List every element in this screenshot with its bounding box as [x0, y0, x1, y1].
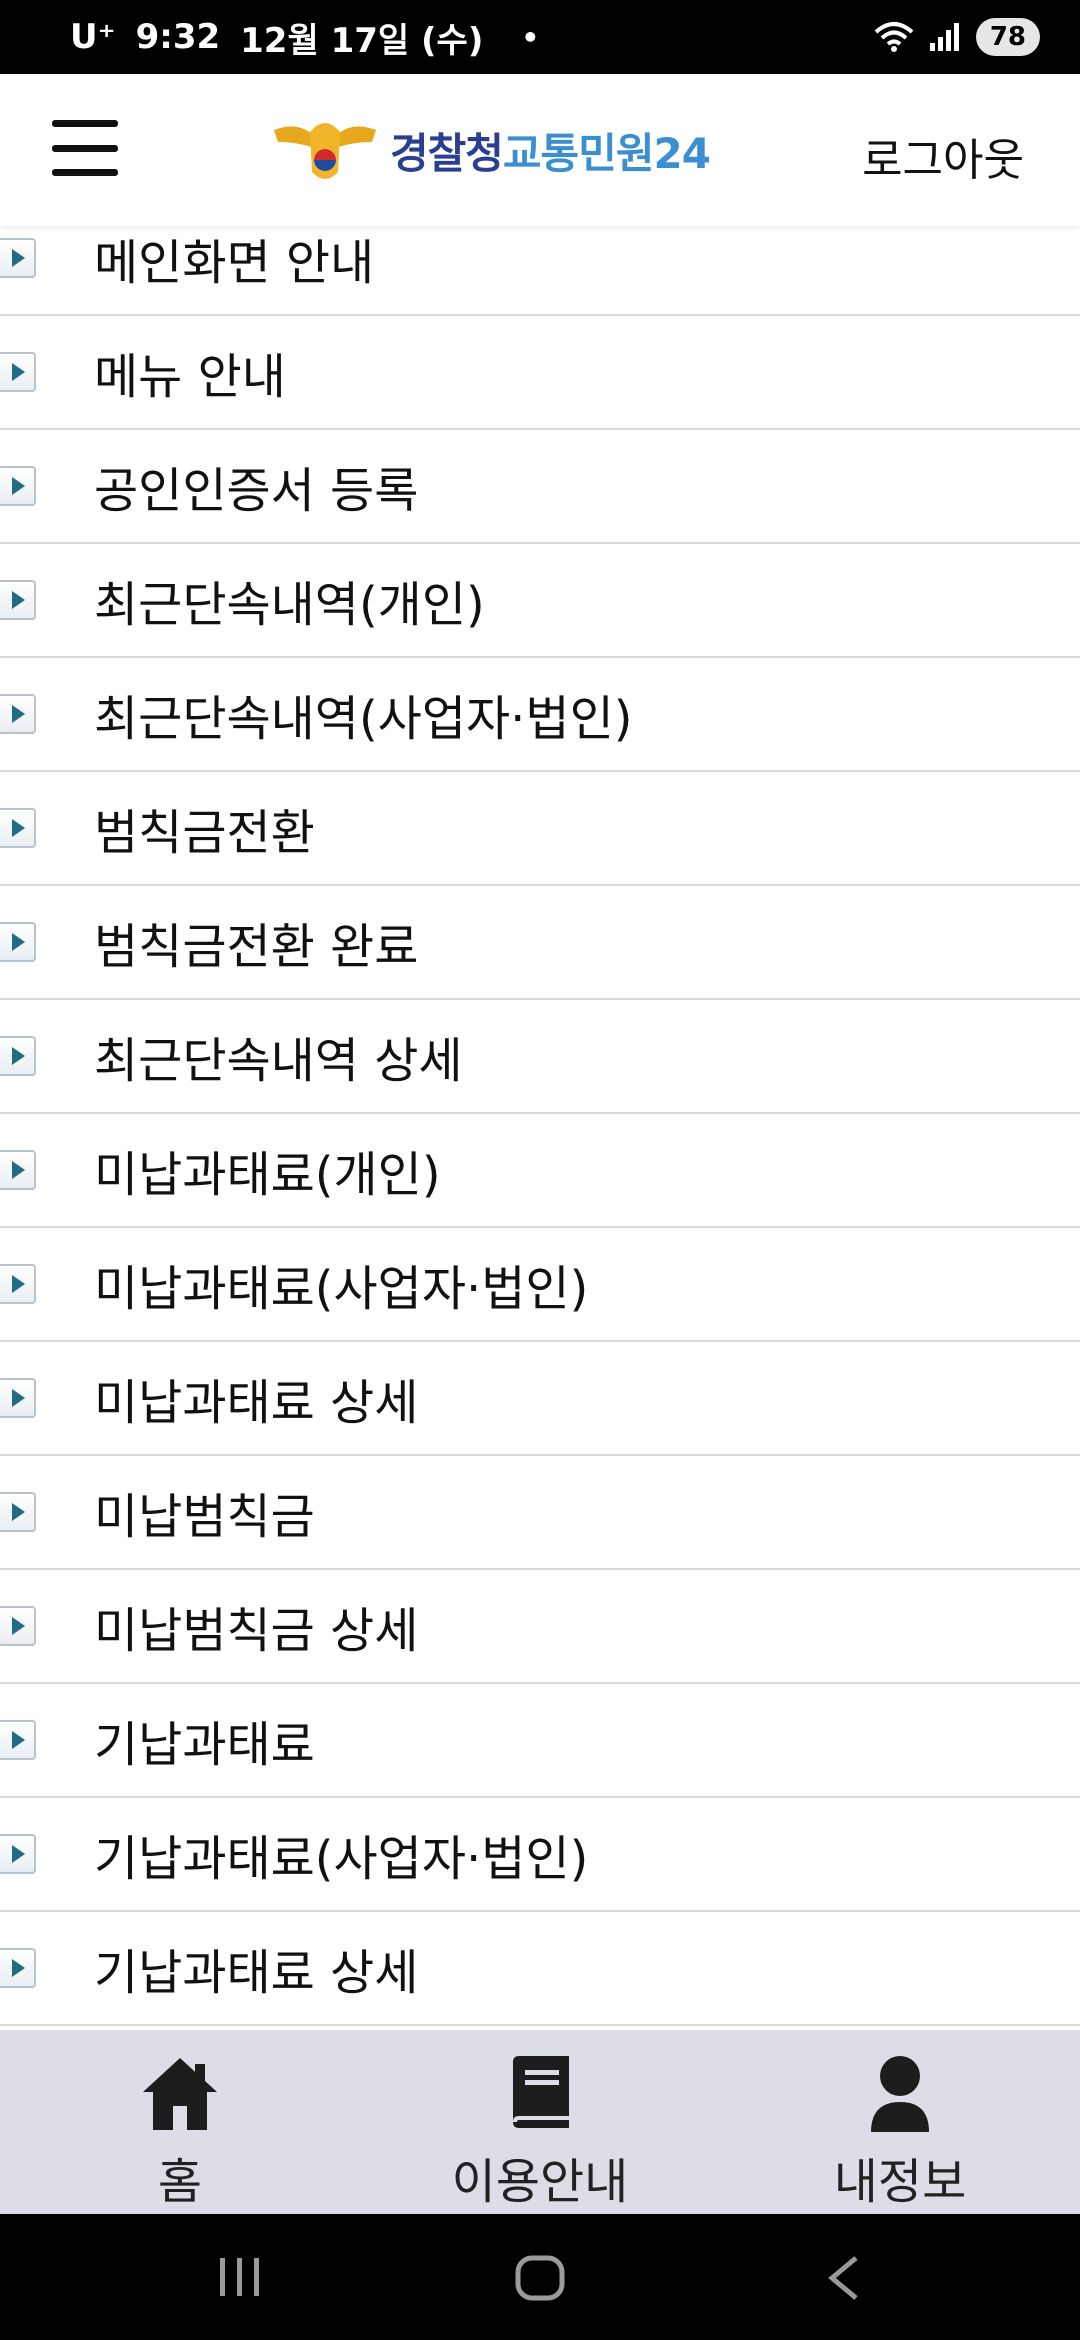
- list-item[interactable]: 미납범칙금: [0, 1456, 1080, 1570]
- play-arrow-icon: [0, 1036, 36, 1076]
- signal-icon: [929, 23, 959, 51]
- play-arrow-icon: [0, 1378, 36, 1418]
- play-arrow-icon: [0, 1834, 36, 1874]
- play-arrow-icon: [0, 580, 36, 620]
- home-icon: [143, 2058, 217, 2130]
- list-item[interactable]: 범칙금전환: [0, 772, 1080, 886]
- list-item[interactable]: 미납과태료 상세: [0, 1342, 1080, 1456]
- status-date: 12월 17일 (수): [240, 20, 484, 61]
- list-item-label: 최근단속내역(사업자·법인): [94, 691, 633, 747]
- system-nav-bar: [0, 2214, 1080, 2340]
- list-item[interactable]: 최근단속내역 상세: [0, 1000, 1080, 1114]
- play-arrow-icon: [0, 1948, 36, 1988]
- app-header: 경찰청교통민원24 로그아웃: [0, 74, 1080, 226]
- tab-myinfo[interactable]: 내정보: [720, 2030, 1080, 2214]
- list-item[interactable]: 메인화면 안내: [0, 220, 1080, 316]
- play-arrow-icon: [0, 1720, 36, 1760]
- play-arrow-icon: [0, 238, 36, 278]
- list-item-label: 기납과태료 상세: [94, 1945, 419, 2001]
- list-item-label: 메인화면 안내: [94, 235, 375, 291]
- list-item[interactable]: 범칙금전환 완료: [0, 886, 1080, 1000]
- logout-button[interactable]: 로그아웃: [862, 124, 1024, 188]
- play-arrow-icon: [0, 1264, 36, 1304]
- guide-menu-list: 메인화면 안내메뉴 안내공인인증서 등록최근단속내역(개인) 최근단속내역(사업자…: [0, 220, 1080, 2030]
- status-time: 9:32: [135, 17, 221, 57]
- list-item[interactable]: 기납과태료: [0, 1684, 1080, 1798]
- app-logo: 경찰청교통민원24: [270, 112, 711, 188]
- tab-home[interactable]: 홈: [0, 2030, 360, 2214]
- list-item[interactable]: 최근단속내역(사업자·법인): [0, 658, 1080, 772]
- list-item-label: 최근단속내역(개인): [94, 577, 485, 633]
- play-arrow-icon: [0, 808, 36, 848]
- list-item[interactable]: 공인인증서 등록: [0, 430, 1080, 544]
- recent-apps-icon[interactable]: [216, 2254, 264, 2300]
- hamburger-menu-icon[interactable]: [52, 120, 118, 176]
- status-bar: U⁺ 9:32 12월 17일 (수) • 78: [0, 0, 1080, 74]
- list-item-label: 최근단속내역 상세: [94, 1033, 463, 1089]
- play-arrow-icon: [0, 1150, 36, 1190]
- person-icon: [871, 2056, 929, 2132]
- tab-myinfo-label: 내정보: [833, 2154, 967, 2210]
- list-item[interactable]: 기납과태료(사업자·법인): [0, 1798, 1080, 1912]
- logo-text-service: 교통민원24: [502, 128, 711, 178]
- play-arrow-icon: [0, 694, 36, 734]
- list-item-label: 범칙금전환 완료: [94, 919, 419, 975]
- list-item-label: 기납과태료(사업자·법인): [94, 1831, 589, 1887]
- home-nav-icon[interactable]: [514, 2254, 566, 2302]
- list-item-label: 미납범칙금: [94, 1489, 315, 1545]
- tab-guide[interactable]: 이용안내: [360, 2030, 720, 2214]
- list-item[interactable]: 메뉴 안내: [0, 316, 1080, 430]
- play-arrow-icon: [0, 1492, 36, 1532]
- bottom-tab-bar: 홈 이용안내 내정보: [0, 2030, 1080, 2214]
- play-arrow-icon: [0, 922, 36, 962]
- play-arrow-icon: [0, 466, 36, 506]
- list-item-label: 미납과태료(사업자·법인): [94, 1261, 589, 1317]
- list-item[interactable]: 미납과태료(사업자·법인): [0, 1228, 1080, 1342]
- list-item-label: 공인인증서 등록: [94, 463, 419, 519]
- tab-home-label: 홈: [157, 2154, 203, 2210]
- tab-guide-label: 이용안내: [451, 2154, 629, 2210]
- list-item[interactable]: 기납과태료 상세: [0, 1912, 1080, 2026]
- wifi-icon: [874, 22, 914, 52]
- carrier-label: U⁺: [70, 17, 116, 57]
- list-item-label: 범칙금전환: [94, 805, 315, 861]
- play-arrow-icon: [0, 352, 36, 392]
- list-item-label: 미납범칙금 상세: [94, 1603, 419, 1659]
- list-item-label: 미납과태료(개인): [94, 1147, 441, 1203]
- list-item-label: 미납과태료 상세: [94, 1375, 419, 1431]
- battery-indicator: 78: [975, 18, 1040, 56]
- list-item-label: 메뉴 안내: [94, 349, 286, 405]
- list-item[interactable]: 미납범칙금 상세: [0, 1570, 1080, 1684]
- list-item[interactable]: 미납과태료(개인): [0, 1114, 1080, 1228]
- list-item-label: 기납과태료: [94, 1717, 315, 1773]
- back-icon[interactable]: [824, 2254, 864, 2302]
- notification-dot: •: [521, 20, 540, 54]
- police-emblem-icon: [274, 123, 376, 179]
- play-arrow-icon: [0, 1606, 36, 1646]
- list-item[interactable]: 최근단속내역(개인): [0, 544, 1080, 658]
- logo-text-police: 경찰청: [390, 128, 504, 178]
- book-icon: [513, 2056, 569, 2128]
